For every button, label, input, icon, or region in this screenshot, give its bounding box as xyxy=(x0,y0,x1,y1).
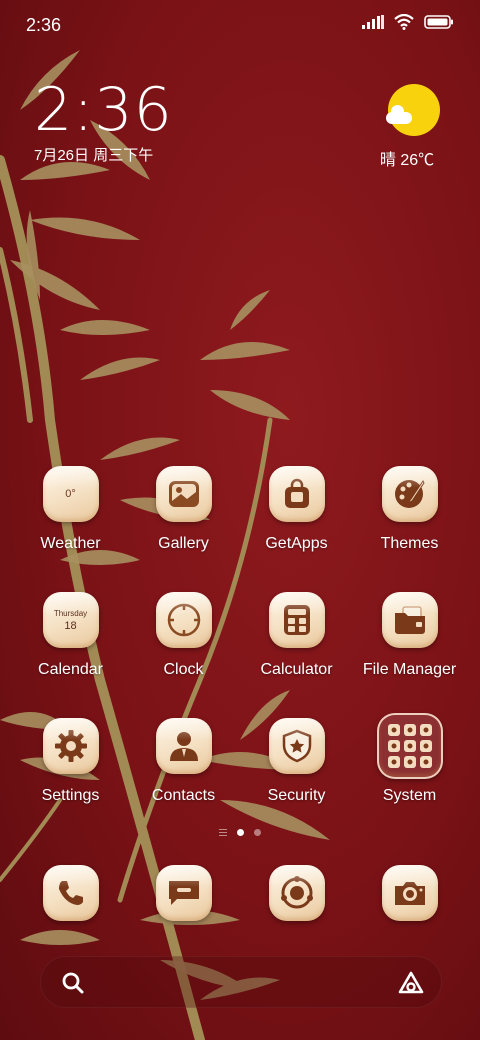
palette-icon xyxy=(381,466,438,522)
search-bar[interactable] xyxy=(40,956,442,1008)
status-bar: 2:36 xyxy=(0,0,480,50)
app-label: Clock xyxy=(163,661,204,678)
app-label: Gallery xyxy=(158,535,209,552)
calculator-icon xyxy=(268,592,325,648)
page-dot[interactable] xyxy=(254,829,261,836)
clock-widget-date: 7月26日 周三下午 xyxy=(34,147,154,164)
app-label: GetApps xyxy=(265,535,328,552)
dock xyxy=(0,865,480,925)
dock-browser[interactable] xyxy=(240,865,353,921)
clock-widget-time: 2:36 xyxy=(34,75,173,145)
app-themes[interactable]: Themes xyxy=(353,466,466,553)
weather-widget-text: 晴 26℃ xyxy=(379,152,435,169)
dock-messages[interactable] xyxy=(127,865,240,921)
app-label: Weather xyxy=(40,535,101,552)
app-calculator[interactable]: Calculator xyxy=(240,592,353,679)
app-file-manager[interactable]: File Manager xyxy=(353,592,466,679)
assistant-icon[interactable] xyxy=(397,970,425,996)
app-label: Security xyxy=(267,787,326,804)
battery-icon xyxy=(424,15,453,29)
app-contacts[interactable]: Contacts xyxy=(127,718,240,805)
folder-icon xyxy=(381,592,438,648)
clock-widget[interactable]: 2:36 7月26日 周三下午 xyxy=(34,78,173,165)
shopping-bag-icon xyxy=(268,466,325,522)
app-security[interactable]: Security xyxy=(240,718,353,805)
calendar-icon: Thursday 18 xyxy=(42,592,99,648)
message-icon xyxy=(155,865,212,921)
app-clock[interactable]: Clock xyxy=(127,592,240,679)
weather-tile-temp: 0° xyxy=(65,488,76,500)
app-weather[interactable]: 0° Weather xyxy=(14,466,127,553)
app-label: System xyxy=(382,787,437,804)
signal-icon xyxy=(362,15,384,29)
page-indicator xyxy=(0,829,480,836)
dock-phone[interactable] xyxy=(14,865,127,921)
browser-icon xyxy=(268,865,325,921)
person-icon xyxy=(155,718,212,774)
wifi-icon xyxy=(394,14,414,30)
app-label: Settings xyxy=(41,787,100,804)
search-icon[interactable] xyxy=(61,971,85,995)
sunny-cloud-icon xyxy=(386,84,440,136)
app-label: Contacts xyxy=(151,787,216,804)
app-label: File Manager xyxy=(362,661,457,678)
app-label: Calculator xyxy=(260,661,333,678)
page-indicator-list[interactable] xyxy=(219,829,227,836)
shield-icon xyxy=(268,718,325,774)
status-time: 2:36 xyxy=(26,15,62,35)
weather-widget[interactable]: 晴 26℃ xyxy=(380,84,446,170)
clock-icon xyxy=(155,592,212,648)
app-label: Themes xyxy=(380,535,439,552)
status-icons xyxy=(362,14,454,30)
phone-icon xyxy=(42,865,99,921)
folder-grid-icon xyxy=(376,713,443,779)
app-label: Calendar xyxy=(38,661,103,678)
dock-camera[interactable] xyxy=(353,865,466,921)
gallery-icon xyxy=(155,466,212,522)
app-settings[interactable]: Settings xyxy=(14,718,127,805)
app-calendar[interactable]: Thursday 18 Calendar xyxy=(14,592,127,679)
calendar-tile-day: Thursday xyxy=(53,608,88,618)
page-dot-active[interactable] xyxy=(237,829,244,836)
app-getapps[interactable]: GetApps xyxy=(240,466,353,553)
weather-icon: 0° xyxy=(42,466,99,522)
app-system-folder[interactable]: System xyxy=(353,713,466,805)
camera-icon xyxy=(381,865,438,921)
app-gallery[interactable]: Gallery xyxy=(127,466,240,553)
gear-icon xyxy=(42,718,99,774)
calendar-tile-date: 18 xyxy=(64,619,77,632)
